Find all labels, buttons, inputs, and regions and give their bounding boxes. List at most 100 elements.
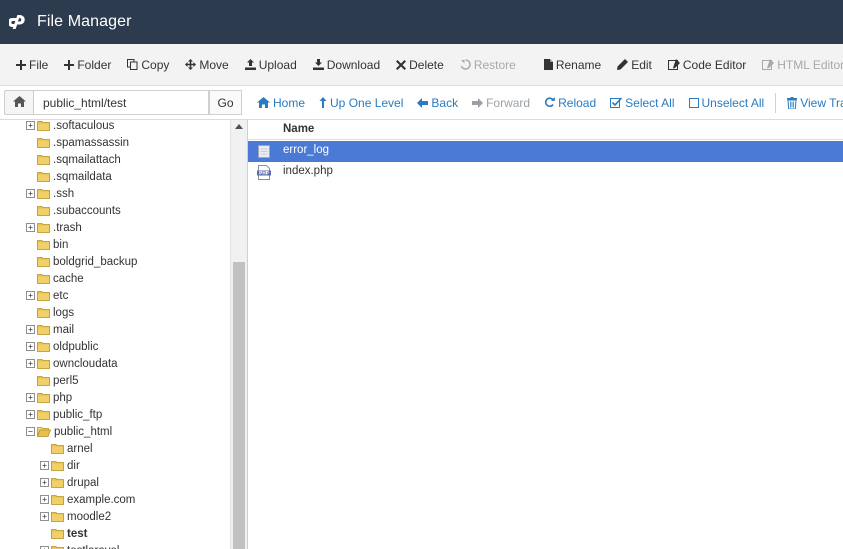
rename-button[interactable]: Rename [536, 50, 609, 80]
tree-item-label: boldgrid_backup [53, 255, 138, 268]
expand-icon[interactable]: + [26, 393, 35, 402]
move-icon [185, 59, 197, 70]
expand-icon[interactable]: + [26, 189, 35, 198]
copy-icon [127, 59, 138, 70]
delete-button[interactable]: Delete [388, 50, 452, 80]
name-column-header[interactable]: Name [283, 123, 314, 135]
folder-icon [37, 273, 50, 284]
tree-item-label: public_ftp [53, 408, 103, 421]
folder-icon [51, 477, 64, 488]
back-button[interactable]: Back [410, 96, 465, 110]
tree-item[interactable]: arnel [40, 440, 93, 457]
tree-scrollbar[interactable] [230, 120, 247, 549]
collapse-icon[interactable]: − [26, 427, 35, 436]
expand-icon[interactable]: + [26, 342, 35, 351]
tree-item[interactable]: + oldpublic [26, 338, 98, 355]
tree-item[interactable]: perl5 [26, 372, 79, 389]
restore-button[interactable]: Restore [452, 50, 524, 80]
upload-button[interactable]: Upload [237, 50, 305, 80]
reload-button[interactable]: Reload [537, 96, 603, 110]
tree-item[interactable]: boldgrid_backup [26, 253, 137, 270]
folder-icon [37, 358, 50, 369]
tree-item-label: mail [53, 323, 75, 336]
new-folder-button[interactable]: Folder [56, 50, 119, 80]
html-editor-label: HTML Editor [777, 57, 843, 72]
tree-item[interactable]: + moodle2 [40, 508, 111, 525]
reload-label: Reload [558, 95, 597, 110]
tree-item[interactable]: +testlaravel [40, 542, 119, 549]
pencil-icon [617, 59, 629, 70]
copy-button[interactable]: Copy [119, 50, 177, 80]
tree-item[interactable]: cache [26, 270, 84, 287]
up-one-level-button[interactable]: Up One Level [312, 96, 410, 110]
code-editor-button[interactable]: Code Editor [660, 50, 754, 80]
expand-icon[interactable]: + [26, 223, 35, 232]
arrow-right-icon [472, 97, 484, 108]
edit-label: Edit [631, 57, 652, 72]
download-icon [312, 59, 324, 70]
folder-icon [51, 443, 64, 454]
select-all-button[interactable]: Select All [603, 96, 681, 110]
tree-item-label: testlaravel [67, 545, 119, 549]
tree-item[interactable]: + mail [26, 321, 74, 338]
folder-icon [37, 256, 50, 267]
tree-item[interactable]: + dir [40, 457, 80, 474]
home-icon [257, 97, 270, 108]
tree-item[interactable]: .sqmailattach [26, 151, 121, 168]
move-button[interactable]: Move [177, 50, 236, 80]
html-editor-button[interactable]: HTML Editor [754, 50, 843, 80]
tree-item[interactable]: test [40, 525, 87, 542]
tree-item[interactable]: logs [26, 304, 74, 321]
unselect-all-button[interactable]: Unselect All [682, 96, 772, 110]
tree-item[interactable]: + php [26, 389, 72, 406]
expand-icon[interactable]: + [26, 359, 35, 368]
file-row[interactable]: PHP index.php [248, 162, 843, 183]
new-file-button[interactable]: File [8, 50, 56, 80]
cpanel-logo-icon[interactable] [9, 14, 31, 30]
tree-item[interactable]: + owncloudata [26, 355, 118, 372]
edit-button[interactable]: Edit [609, 50, 660, 80]
expand-icon[interactable]: + [40, 512, 49, 521]
tree-item[interactable]: + .softaculous [26, 120, 114, 134]
expand-icon[interactable]: + [26, 291, 35, 300]
expand-icon[interactable]: + [26, 410, 35, 419]
tree-item[interactable]: + example.com [40, 491, 135, 508]
file-row[interactable]: error_log [248, 141, 843, 162]
app-title: File Manager [37, 13, 132, 30]
expand-icon[interactable]: + [40, 495, 49, 504]
expand-icon[interactable]: + [40, 478, 49, 487]
forward-button[interactable]: Forward [465, 96, 537, 110]
expand-icon[interactable]: + [40, 461, 49, 470]
go-button[interactable]: Go [209, 90, 242, 115]
path-input[interactable] [34, 90, 209, 115]
tree-item[interactable]: .sqmaildata [26, 168, 112, 185]
home-directory-button[interactable] [4, 90, 34, 115]
expand-icon[interactable]: + [26, 121, 35, 130]
tree-item[interactable]: − public_html [26, 423, 112, 440]
tree-item[interactable]: + etc [26, 287, 68, 304]
view-trash-button[interactable]: View Trash [780, 96, 843, 110]
tree-item[interactable]: + drupal [40, 474, 99, 491]
tree-item[interactable]: .subaccounts [26, 202, 121, 219]
delete-icon [396, 59, 407, 70]
expand-icon[interactable]: + [26, 325, 35, 334]
select-all-icon [610, 97, 623, 108]
folder-icon [37, 239, 50, 250]
code-editor-icon [667, 59, 680, 70]
tree-item[interactable]: + public_ftp [26, 406, 102, 423]
tree-item[interactable]: bin [26, 236, 68, 253]
tree-item-label: .sqmailattach [53, 153, 121, 166]
tree-item[interactable]: + .ssh [26, 185, 74, 202]
download-button[interactable]: Download [305, 50, 388, 80]
folder-icon [37, 324, 50, 335]
tree-item-label: owncloudata [53, 357, 118, 370]
level-up-icon [319, 97, 327, 108]
scrollbar-thumb[interactable] [233, 262, 245, 549]
scroll-up-icon[interactable] [235, 124, 243, 129]
tree-item[interactable]: + .trash [26, 219, 82, 236]
folder-icon [37, 188, 50, 199]
home-button[interactable]: Home [250, 96, 312, 110]
tree-item[interactable]: .spamassassin [26, 134, 129, 151]
folder-icon [51, 460, 64, 471]
